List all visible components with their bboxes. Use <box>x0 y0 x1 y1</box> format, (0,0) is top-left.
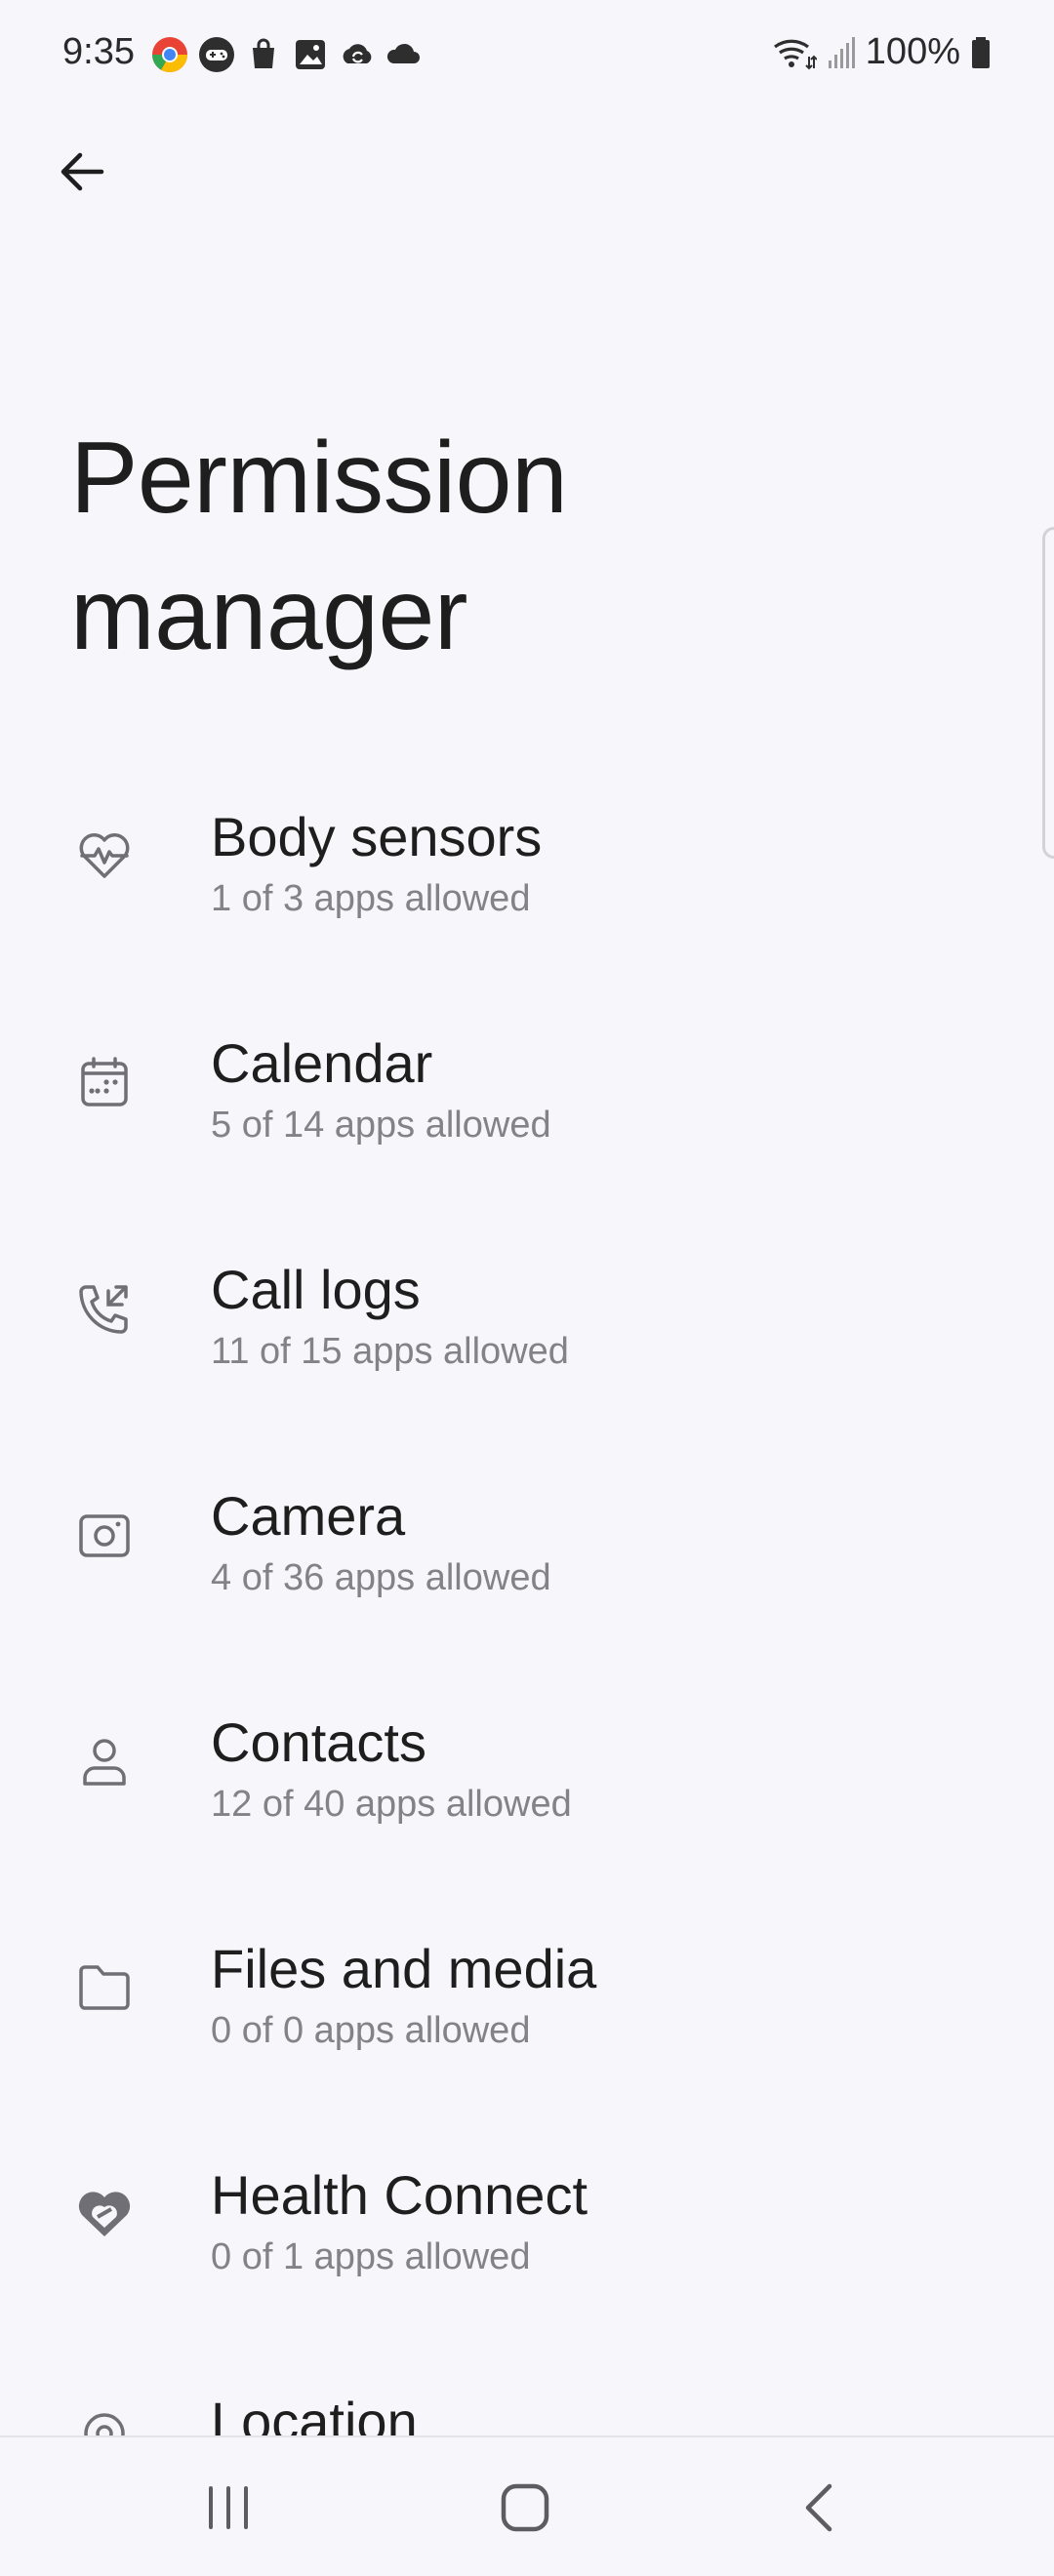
permission-item-location[interactable]: Location <box>0 2334 1054 2435</box>
back-arrow-icon <box>61 152 104 191</box>
gallery-icon <box>296 40 325 69</box>
page-title: Permission manager <box>70 422 568 671</box>
permission-summary: 12 of 40 apps allowed <box>211 1784 572 1825</box>
permission-item-files-and-media[interactable]: Files and media 0 of 0 apps allowed <box>0 1881 1054 2108</box>
permission-label: Files and media <box>211 1938 597 1999</box>
permission-item-body-sensors[interactable]: Body sensors 1 of 3 apps allowed <box>0 749 1054 976</box>
navigation-bar <box>0 2435 1054 2576</box>
call-log-icon <box>70 1274 139 1343</box>
back-button[interactable] <box>51 141 113 203</box>
folder-icon <box>70 1953 139 2022</box>
calendar-icon <box>70 1048 139 1116</box>
nav-back-icon <box>805 2483 832 2532</box>
permission-list: Body sensors 1 of 3 apps allowed Calenda… <box>0 749 1054 2435</box>
recents-button[interactable] <box>189 2473 267 2543</box>
cloud-icon <box>386 43 420 63</box>
battery-icon <box>972 36 990 68</box>
wifi-icon <box>773 39 817 69</box>
home-icon <box>501 2483 549 2532</box>
permission-summary: 1 of 3 apps allowed <box>211 878 531 919</box>
signal-icon <box>828 36 855 68</box>
permission-label: Camera <box>211 1485 406 1547</box>
chrome-icon <box>152 37 187 73</box>
recents-icon <box>209 2486 248 2529</box>
permission-summary: 4 of 36 apps allowed <box>211 1557 551 1598</box>
permission-summary: 0 of 0 apps allowed <box>211 2010 531 2051</box>
permission-item-camera[interactable]: Camera 4 of 36 apps allowed <box>0 1429 1054 1655</box>
health-connect-icon <box>70 2180 139 2248</box>
permission-label: Health Connect <box>211 2164 588 2226</box>
sync-icon <box>343 44 372 63</box>
shopping-bag-icon <box>253 38 274 68</box>
permission-item-contacts[interactable]: Contacts 12 of 40 apps allowed <box>0 1655 1054 1881</box>
notification-icons <box>150 35 424 74</box>
permission-label: Contacts <box>211 1711 426 1773</box>
permission-label: Body sensors <box>211 806 543 867</box>
status-bar: 9:35 100% <box>0 0 1054 109</box>
permission-summary: 11 of 15 apps allowed <box>211 1331 569 1372</box>
status-right: 100% <box>772 31 992 73</box>
location-icon <box>70 2406 139 2435</box>
game-controller-icon <box>199 37 234 72</box>
permission-label: Location <box>211 2391 418 2435</box>
contact-icon <box>70 1727 139 1795</box>
permission-summary: 0 of 1 apps allowed <box>211 2236 531 2277</box>
nav-back-button[interactable] <box>781 2473 859 2543</box>
permission-item-calendar[interactable]: Calendar 5 of 14 apps allowed <box>0 976 1054 1202</box>
permission-item-health-connect[interactable]: Health Connect 0 of 1 apps allowed <box>0 2108 1054 2334</box>
home-button[interactable] <box>486 2473 564 2543</box>
permission-summary: 5 of 14 apps allowed <box>211 1105 551 1146</box>
permission-label: Call logs <box>211 1259 421 1320</box>
permission-item-call-logs[interactable]: Call logs 11 of 15 apps allowed <box>0 1202 1054 1429</box>
battery-percent: 100% <box>865 31 960 72</box>
permission-label: Calendar <box>211 1032 433 1094</box>
heart-pulse-icon <box>70 822 139 890</box>
status-time: 9:35 <box>62 31 135 72</box>
camera-icon <box>70 1501 139 1569</box>
